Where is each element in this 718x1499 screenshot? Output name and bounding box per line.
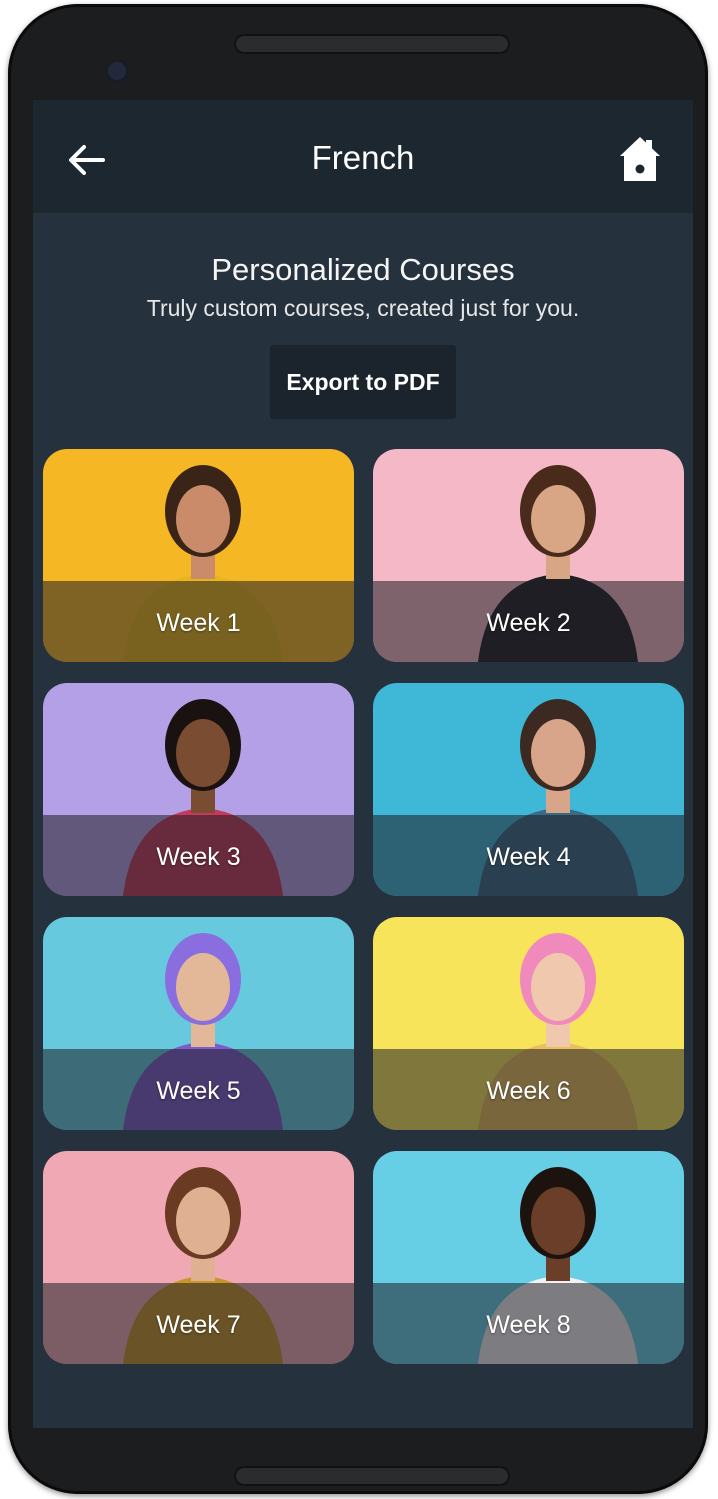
week-card-label: Week 5 <box>156 1077 241 1105</box>
week-card-label: Week 2 <box>486 609 571 637</box>
home-icon <box>620 137 660 181</box>
courses-header: Personalized Courses Truly custom course… <box>33 213 693 419</box>
week-card-label: Week 4 <box>486 843 571 871</box>
week-card[interactable]: Week 8 <box>373 1151 684 1364</box>
week-card-label: Week 7 <box>156 1311 241 1339</box>
bottom-speaker <box>234 1466 510 1486</box>
week-card[interactable]: Week 6 <box>373 917 684 1130</box>
week-card-label: Week 6 <box>486 1077 571 1105</box>
week-card[interactable]: Week 2 <box>373 449 684 662</box>
courses-subtitle: Truly custom courses, created just for y… <box>146 295 580 321</box>
top-speaker <box>234 34 510 54</box>
export-pdf-button[interactable]: Export to PDF <box>270 345 456 419</box>
page-title: French <box>311 139 415 176</box>
week-card[interactable]: Week 5 <box>43 917 354 1130</box>
week-card[interactable]: Week 4 <box>373 683 684 896</box>
week-card-label: Week 8 <box>486 1311 571 1339</box>
week-card[interactable]: Week 1 <box>43 449 354 662</box>
week-card[interactable]: Week 7 <box>43 1151 354 1364</box>
front-camera <box>104 58 130 84</box>
app-screen: French Personalized Courses Truly custom… <box>33 100 693 1428</box>
week-card-label: Week 1 <box>156 609 241 637</box>
week-card[interactable]: Week 3 <box>43 683 354 896</box>
courses-title: Personalized Courses <box>211 252 515 287</box>
app-bar: French <box>33 100 693 213</box>
week-card-label: Week 3 <box>156 843 241 871</box>
home-button[interactable] <box>617 134 663 186</box>
